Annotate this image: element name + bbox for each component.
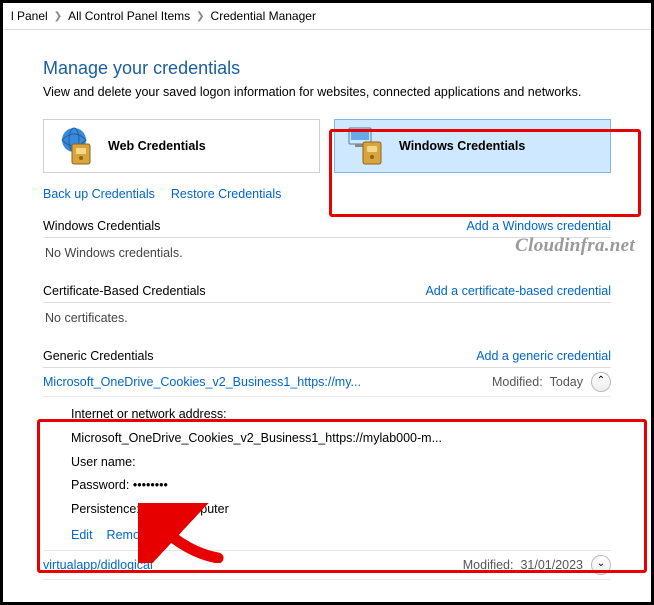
credential-row[interactable]: virtualapp/didlogical Modified: 31/01/20… — [43, 550, 611, 580]
cert-section-header: Certificate-Based Credentials — [43, 284, 206, 298]
detail-persist-label: Persistence: — [71, 498, 140, 522]
add-cert-credential-link[interactable]: Add a certificate-based credential — [425, 284, 611, 298]
credential-title[interactable]: virtualapp/didlogical — [43, 558, 463, 572]
breadcrumb-credential-manager[interactable]: Credential Manager — [211, 9, 316, 23]
page-description: View and delete your saved logon informa… — [43, 85, 611, 99]
web-credentials-tab[interactable]: Web Credentials — [43, 119, 320, 173]
breadcrumb-panel[interactable]: l Panel — [11, 9, 48, 23]
chevron-right-icon: ❯ — [54, 11, 62, 22]
detail-address-label: Internet or network address: — [71, 403, 227, 427]
credential-modified-value: Today — [550, 375, 583, 389]
web-credentials-icon — [54, 124, 98, 168]
expand-icon[interactable]: ⌄ — [591, 555, 611, 575]
credential-title[interactable]: Microsoft_OneDrive_Cookies_v2_Business1_… — [43, 375, 492, 389]
restore-credentials-link[interactable]: Restore Credentials — [171, 187, 281, 201]
collapse-icon[interactable]: ⌃ — [591, 372, 611, 392]
windows-section-empty: No Windows credentials. — [43, 238, 611, 266]
add-generic-credential-link[interactable]: Add a generic credential — [476, 349, 611, 363]
credential-modified-label: Modified: — [463, 558, 514, 572]
detail-password-label: Password: — [71, 474, 129, 498]
windows-credentials-tab[interactable]: Windows Credentials — [334, 119, 611, 173]
detail-user-label: User name: — [71, 451, 136, 475]
web-credentials-label: Web Credentials — [108, 139, 206, 153]
cert-section-empty: No certificates. — [43, 303, 611, 331]
credential-details: Internet or network address: Microsoft_O… — [43, 397, 611, 528]
page-title: Manage your credentials — [43, 58, 611, 79]
backup-credentials-link[interactable]: Back up Credentials — [43, 187, 155, 201]
credential-type-selector: Web Credentials Windows Credentials — [43, 119, 611, 173]
detail-address-value: Microsoft_OneDrive_Cookies_v2_Business1_… — [71, 427, 442, 451]
credential-modified-label: Modified: — [492, 375, 543, 389]
windows-credentials-label: Windows Credentials — [399, 139, 525, 153]
remove-credential-link[interactable]: Remove — [107, 528, 154, 542]
credential-modified-value: 31/01/2023 — [520, 558, 583, 572]
generic-section-header: Generic Credentials — [43, 349, 153, 363]
add-windows-credential-link[interactable]: Add a Windows credential — [466, 219, 611, 233]
detail-persist-value: Local computer — [143, 498, 228, 522]
breadcrumb-all-items[interactable]: All Control Panel Items — [68, 9, 190, 23]
chevron-right-icon: ❯ — [196, 11, 204, 22]
credential-row[interactable]: Microsoft_OneDrive_Cookies_v2_Business1_… — [43, 368, 611, 397]
windows-section-header: Windows Credentials — [43, 219, 160, 233]
edit-credential-link[interactable]: Edit — [71, 528, 93, 542]
windows-credentials-icon — [345, 124, 389, 168]
detail-password-value: •••••••• — [133, 474, 168, 498]
breadcrumb: l Panel ❯ All Control Panel Items ❯ Cred… — [3, 3, 651, 30]
